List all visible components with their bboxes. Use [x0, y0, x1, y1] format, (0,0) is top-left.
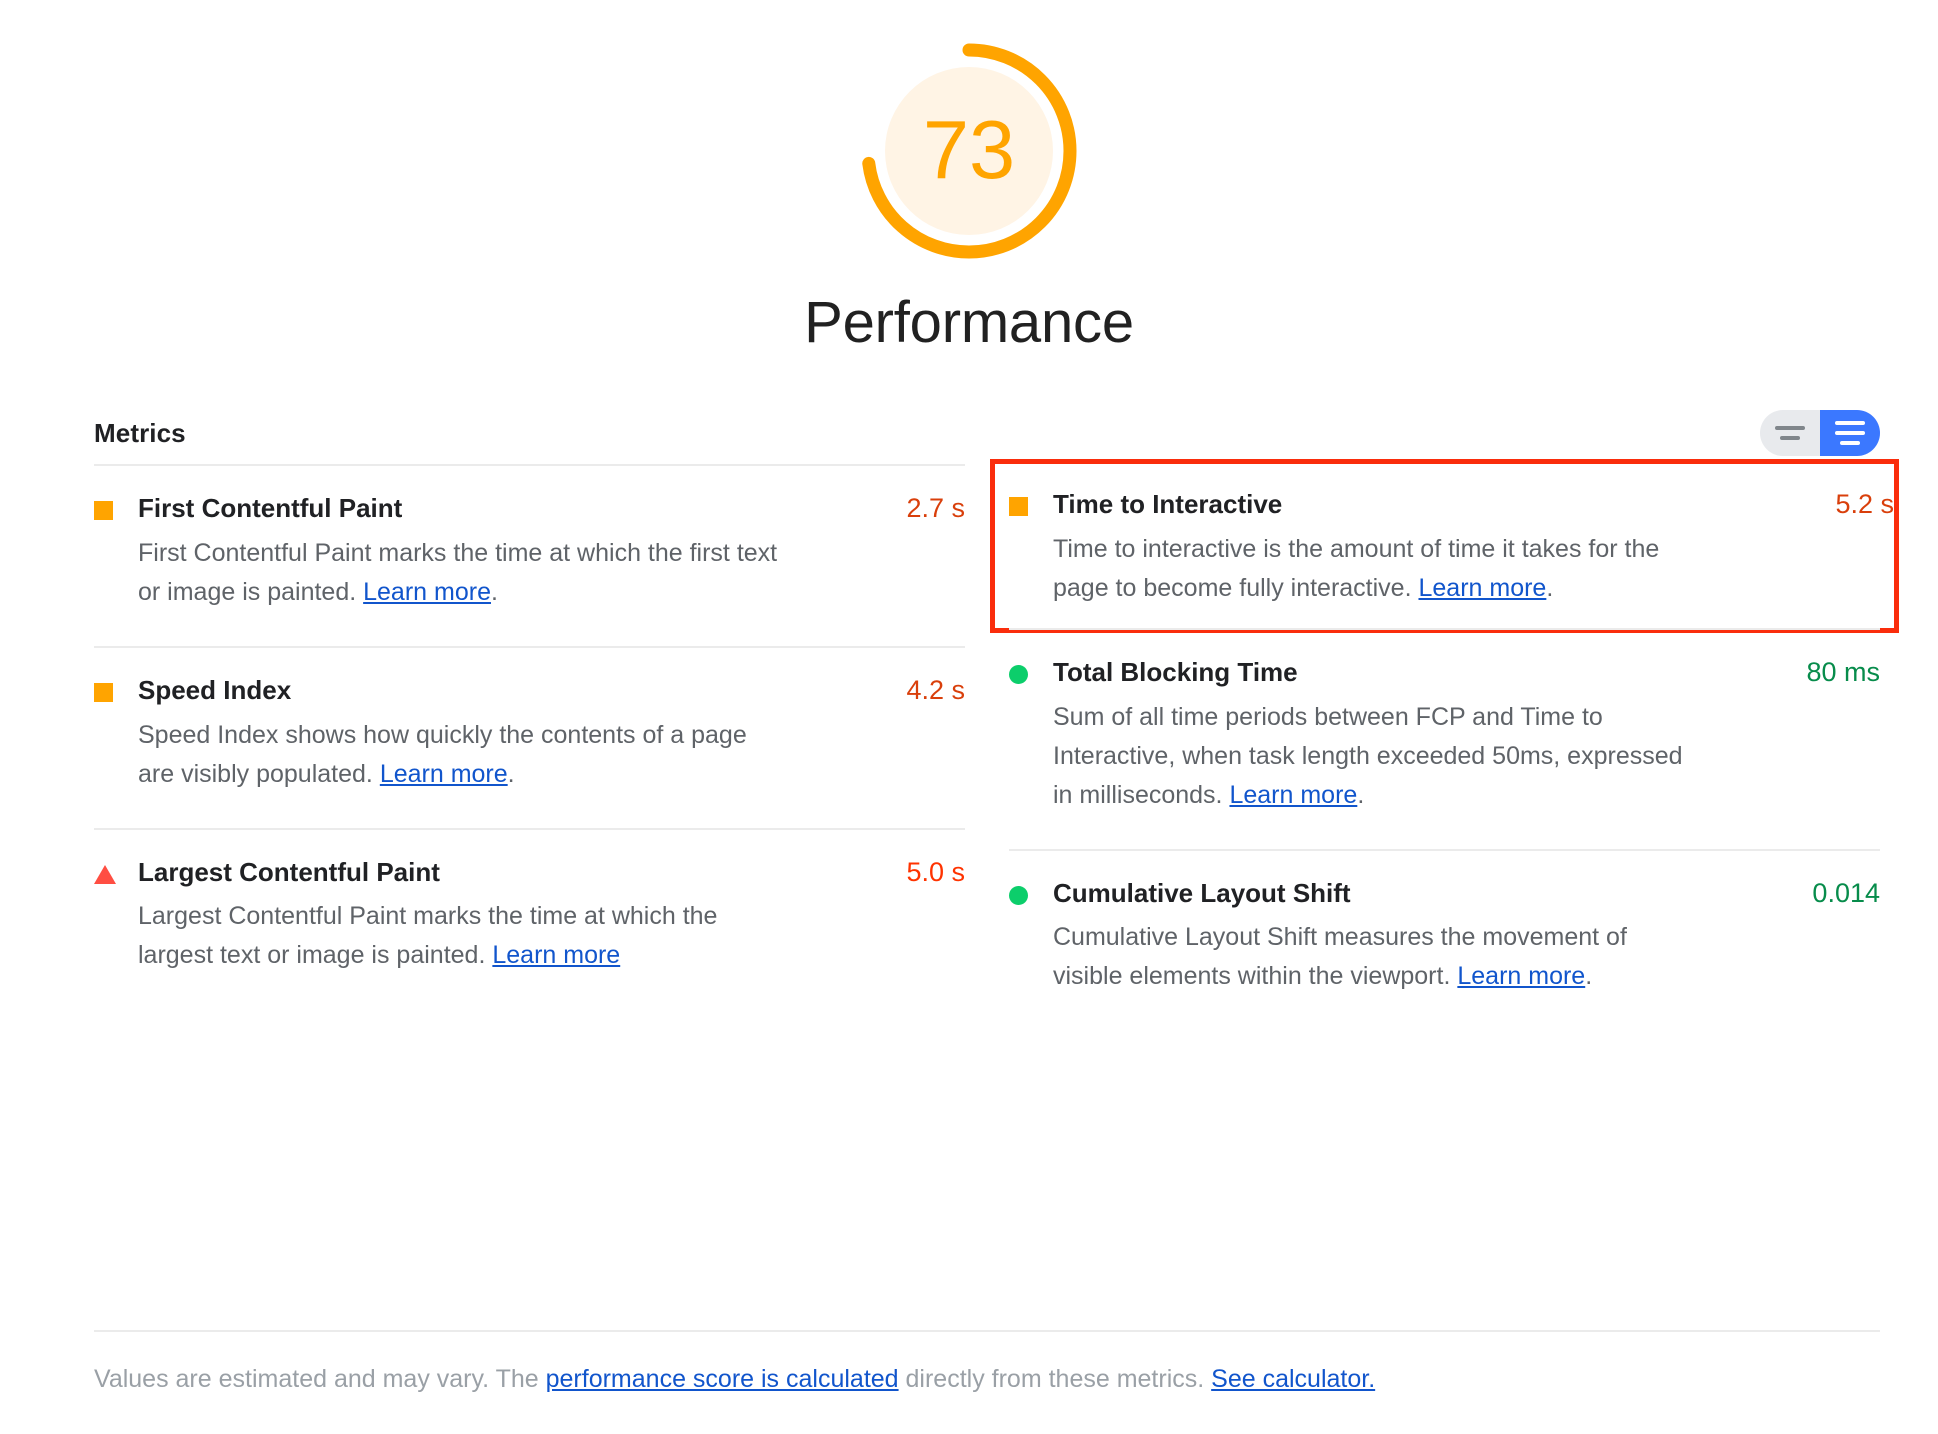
metric-card: First Contentful Paint 2.7 s First Content… — [94, 464, 965, 646]
learn-more-link[interactable]: Learn more — [1457, 962, 1585, 990]
page-title: Performance — [804, 290, 1134, 355]
performance-score-link[interactable]: performance score is calculated — [546, 1365, 899, 1393]
orange-square-icon — [1009, 497, 1028, 516]
metric-header: First Contentful Paint 2.7 s — [94, 492, 965, 526]
learn-more-link[interactable]: Learn more — [492, 941, 620, 969]
metric-icon-wrap — [94, 492, 138, 520]
metric-header: Total Blocking Time 80 ms — [1009, 656, 1880, 690]
green-circle-icon — [1009, 664, 1028, 684]
metric-value: 4.2 s — [906, 674, 965, 705]
metric-header: Speed Index 4.2 s — [94, 674, 965, 708]
learn-more-link[interactable]: Learn more — [363, 578, 491, 606]
metric-description: Largest Contentful Paint marks the time … — [138, 897, 778, 975]
footer-text-part1: Values are estimated and may vary. The — [94, 1365, 546, 1393]
metric-icon-wrap — [1009, 877, 1053, 905]
metric-description-suffix: . — [1546, 573, 1554, 602]
metric-card: Time to Interactive 5.2 s Time to interact… — [990, 459, 1899, 633]
metric-description-suffix: . — [490, 577, 498, 606]
metric-description-text: Largest Contentful Paint marks the time … — [138, 902, 718, 970]
metric-icon-wrap — [1009, 488, 1053, 516]
metric-description-suffix: . — [507, 759, 515, 788]
metric-description: First Contentful Paint marks the time at… — [138, 534, 778, 612]
red-triangle-icon — [94, 864, 116, 884]
metric-name: Cumulative Layout Shift — [1053, 877, 1351, 908]
metrics-column-left: First Contentful Paint 2.7 s First Content… — [94, 464, 965, 1030]
metric-name: Total Blocking Time — [1053, 656, 1298, 687]
metric-description-text: Time to interactive is the amount of tim… — [1053, 534, 1660, 602]
metric-card: Largest Contentful Paint 5.0 s Largest Con… — [94, 827, 965, 1010]
metric-card: Speed Index 4.2 s Speed Index shows how qu… — [94, 645, 965, 828]
metric-card: Cumulative Layout Shift 0.014 Cumulative L… — [1009, 848, 1880, 1031]
metric-value: 5.2 s — [1835, 489, 1894, 519]
score-value: 73 — [922, 102, 1016, 196]
toggle-line-icon — [1835, 431, 1865, 435]
metric-icon-wrap — [1009, 656, 1053, 684]
metrics-header: Metrics — [94, 404, 1880, 462]
metric-icon-wrap — [94, 856, 138, 884]
toggle-line-icon — [1835, 421, 1865, 425]
metric-description-suffix: . — [1357, 780, 1365, 809]
metrics-section: Metrics First Contentful Paint 2.7 s First… — [94, 404, 1899, 1031]
metric-name: Time to Interactive — [1053, 489, 1283, 519]
metrics-heading: Metrics — [94, 417, 186, 448]
footer-text-part2: directly from these metrics. — [898, 1365, 1212, 1393]
view-mode-toggle[interactable] — [1760, 410, 1880, 456]
metrics-footer: Values are estimated and may vary. The p… — [94, 1330, 1880, 1397]
footer-disclaimer: Values are estimated and may vary. The p… — [94, 1362, 1880, 1397]
green-circle-icon — [1009, 885, 1028, 905]
metric-header: Cumulative Layout Shift 0.014 — [1009, 877, 1880, 911]
orange-square-icon — [94, 682, 113, 702]
toggle-line-icon — [1775, 426, 1805, 430]
metric-description: Sum of all time periods between FCP and … — [1053, 698, 1693, 815]
metric-header: Largest Contentful Paint 5.0 s — [94, 856, 965, 890]
metric-value: 5.0 s — [906, 856, 965, 887]
toggle-detailed-view-button[interactable] — [1820, 410, 1880, 456]
metric-icon-wrap — [94, 674, 138, 702]
metric-value: 2.7 s — [906, 493, 965, 523]
metrics-columns: First Contentful Paint 2.7 s First Content… — [94, 459, 1899, 1031]
toggle-simple-view-button[interactable] — [1760, 410, 1820, 456]
metric-description-suffix: . — [1585, 962, 1593, 991]
toggle-line-icon — [1840, 441, 1860, 445]
performance-score-gauge: 73 — [858, 40, 1080, 262]
metric-name: First Contentful Paint — [138, 493, 403, 523]
score-gauge-section: 73 Performance — [0, 40, 1938, 352]
metric-description-text: Sum of all time periods between FCP and … — [1053, 702, 1683, 809]
metric-value: 80 ms — [1806, 656, 1880, 687]
toggle-line-icon — [1780, 436, 1800, 440]
metric-description: Time to interactive is the amount of tim… — [1053, 530, 1693, 608]
metric-value: 0.014 — [1812, 877, 1880, 908]
metric-header: Time to Interactive 5.2 s — [1009, 488, 1894, 522]
metric-description: Cumulative Layout Shift measures the mov… — [1053, 918, 1693, 996]
learn-more-link[interactable]: Learn more — [1418, 574, 1546, 602]
metrics-column-right: Time to Interactive 5.2 s Time to interact… — [990, 459, 1899, 1031]
orange-square-icon — [94, 501, 113, 520]
metric-description: Speed Index shows how quickly the conten… — [138, 716, 778, 794]
learn-more-link[interactable]: Learn more — [1229, 781, 1357, 809]
metric-name: Largest Contentful Paint — [138, 856, 440, 887]
lighthouse-performance-report: 73 Performance Metrics First Contentful … — [0, 0, 1938, 1434]
learn-more-link[interactable]: Learn more — [380, 760, 508, 788]
metric-card: Total Blocking Time 80 ms Sum of all time … — [1009, 627, 1880, 849]
metric-name: Speed Index — [138, 674, 292, 705]
see-calculator-link[interactable]: See calculator. — [1211, 1365, 1375, 1393]
